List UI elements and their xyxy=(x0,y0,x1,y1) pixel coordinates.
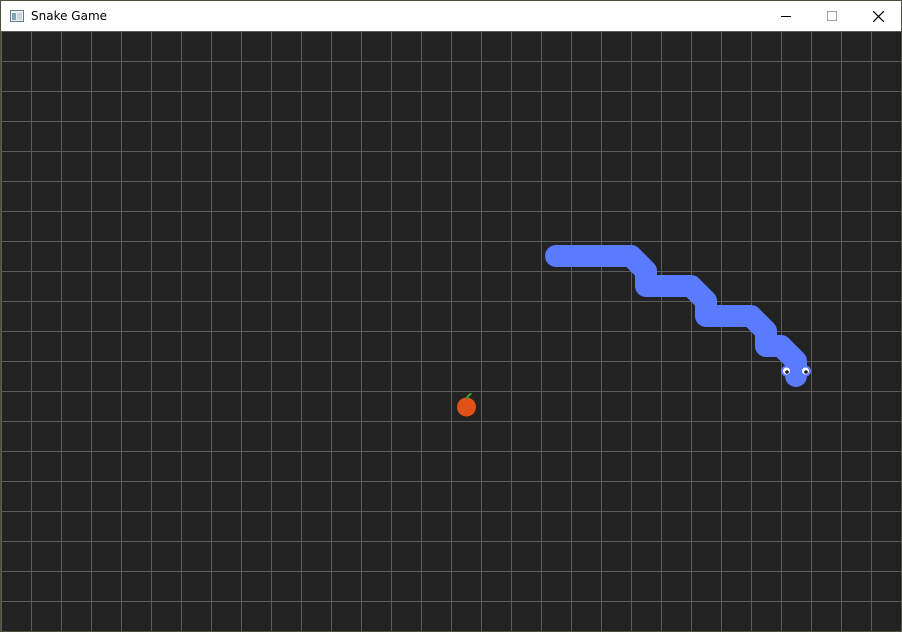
close-button[interactable] xyxy=(855,1,901,31)
minimize-button[interactable] xyxy=(763,1,809,31)
game-window: Snake Game xyxy=(0,0,902,632)
board-canvas xyxy=(457,245,811,417)
snake-body xyxy=(545,245,807,387)
food-apple xyxy=(457,392,476,417)
game-board[interactable] xyxy=(1,31,901,631)
app-icon xyxy=(10,10,24,22)
title-bar[interactable]: Snake Game xyxy=(1,1,901,31)
window-controls xyxy=(763,1,901,31)
maximize-icon xyxy=(827,11,837,21)
window-title: Snake Game xyxy=(31,9,108,23)
apple-fruit xyxy=(457,397,476,417)
close-icon xyxy=(872,10,884,22)
minimize-icon xyxy=(781,16,791,17)
snake-pupil xyxy=(804,370,808,374)
maximize-button[interactable] xyxy=(809,1,855,31)
snake-pupil xyxy=(785,370,789,374)
snake xyxy=(545,245,811,387)
